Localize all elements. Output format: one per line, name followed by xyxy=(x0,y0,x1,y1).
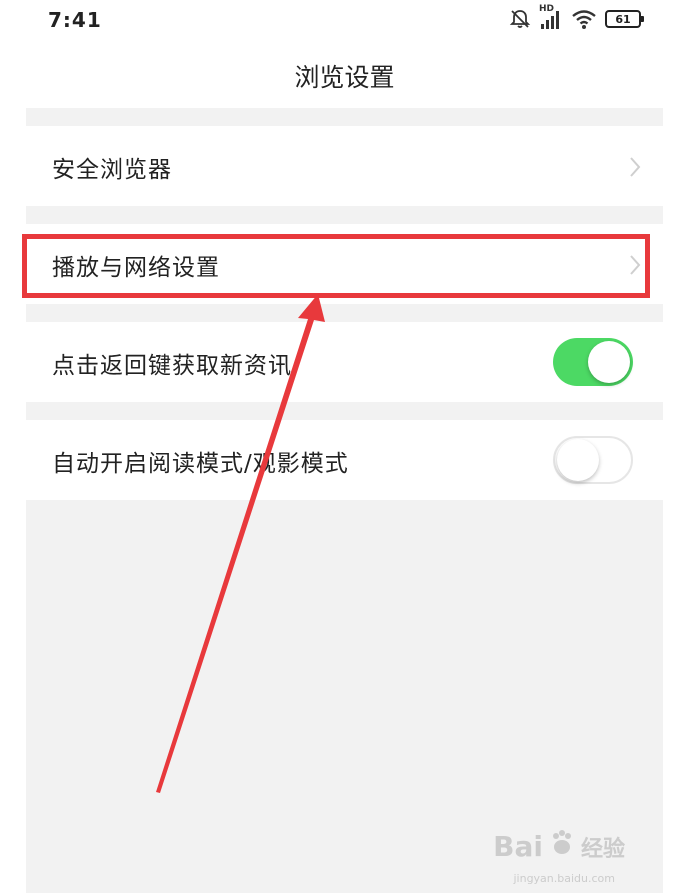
battery-icon: 61 xyxy=(605,10,644,28)
bell-muted-icon xyxy=(509,8,531,30)
settings-item-label: 安全浏览器 xyxy=(52,157,172,183)
wifi-icon xyxy=(571,8,597,30)
toggle-knob xyxy=(588,341,630,383)
settings-item-safe-browser[interactable]: 安全浏览器 xyxy=(26,126,663,206)
settings-item-label: 自动开启阅读模式/观影模式 xyxy=(52,451,349,477)
status-bar: 7:41 HD 61 xyxy=(26,0,663,42)
status-icons: HD 61 xyxy=(509,4,644,30)
chevron-right-icon xyxy=(629,156,641,182)
title-bar: 浏览设置 xyxy=(26,42,663,108)
status-time: 7:41 xyxy=(48,8,102,32)
back-refresh-toggle[interactable] xyxy=(553,338,633,386)
toggle-knob xyxy=(557,439,599,481)
settings-item-reading-mode: 自动开启阅读模式/观影模式 xyxy=(26,420,663,500)
watermark-suffix: 经验 xyxy=(580,836,625,862)
battery-level: 61 xyxy=(615,12,631,26)
settings-item-back-refresh: 点击返回键获取新资讯 xyxy=(26,322,663,402)
page-title: 浏览设置 xyxy=(294,63,395,92)
settings-item-playback-network[interactable]: 播放与网络设置 xyxy=(26,224,663,304)
settings-item-label: 点击返回键获取新资讯 xyxy=(52,353,292,379)
watermark-url: jingyan.baidu.com xyxy=(513,872,615,885)
signal-icon: HD xyxy=(539,4,563,30)
reading-mode-toggle[interactable] xyxy=(553,436,633,484)
baidu-watermark: Bai 经验 xyxy=(493,828,625,865)
phone-screen: 7:41 HD 61 浏览设置 安全浏览器 播放与网络设置 点击返回键获取新资讯… xyxy=(26,0,663,893)
watermark-brand: Bai xyxy=(493,830,543,863)
settings-item-label: 播放与网络设置 xyxy=(52,255,220,281)
paw-icon xyxy=(547,828,577,865)
network-label: HD xyxy=(539,4,555,14)
chevron-right-icon xyxy=(629,254,641,280)
